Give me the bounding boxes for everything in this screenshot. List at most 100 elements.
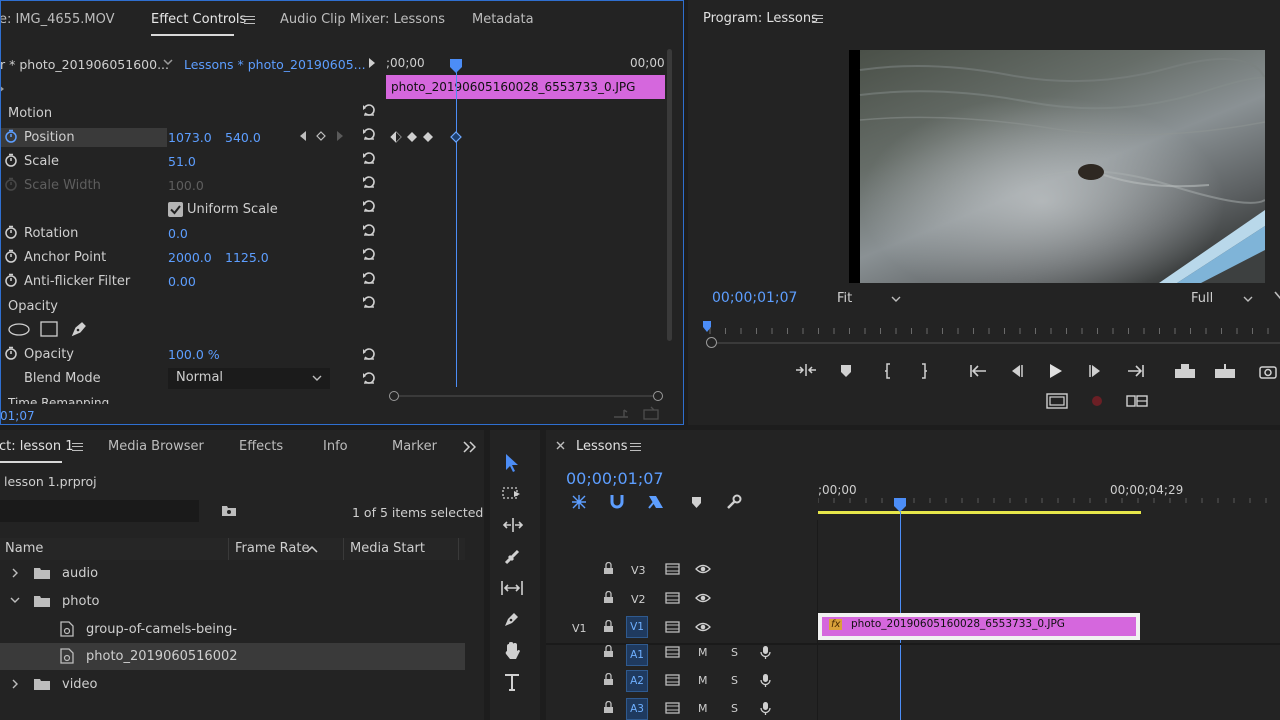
chevron-down-icon[interactable] bbox=[10, 597, 20, 605]
linked-selection-icon[interactable] bbox=[647, 494, 665, 510]
hand-tool-icon[interactable] bbox=[503, 641, 521, 661]
toggle-sync-lock-icon[interactable] bbox=[665, 592, 680, 604]
stopwatch-icon[interactable] bbox=[4, 273, 17, 287]
keyframe-diamond[interactable] bbox=[390, 131, 402, 143]
list-item[interactable]: audio bbox=[0, 560, 465, 587]
position-x-value[interactable]: 1073.0 bbox=[168, 130, 212, 145]
zoom-handle-right[interactable] bbox=[653, 391, 663, 401]
mini-ruler[interactable]: ;00;00 00;00 bbox=[386, 49, 666, 73]
scale-value[interactable]: 51.0 bbox=[168, 154, 196, 169]
stopwatch-icon[interactable] bbox=[4, 153, 17, 167]
nest-toggle-icon[interactable] bbox=[571, 494, 587, 510]
chevron-right-icon[interactable] bbox=[11, 679, 19, 689]
panel-menu-icon[interactable] bbox=[630, 443, 641, 451]
step-back-icon[interactable] bbox=[1009, 364, 1023, 378]
toggle-sync-lock-icon[interactable] bbox=[665, 702, 680, 714]
eye-icon[interactable] bbox=[695, 622, 711, 632]
solo-button[interactable]: S bbox=[731, 646, 738, 659]
pen-tool-icon[interactable] bbox=[503, 610, 521, 628]
rotation-value[interactable]: 0.0 bbox=[168, 226, 188, 241]
tab-source[interactable]: e: IMG_4655.MOV bbox=[1, 12, 114, 27]
toggle-sync-lock-icon[interactable] bbox=[665, 563, 680, 575]
prev-keyframe-icon[interactable] bbox=[299, 131, 307, 141]
monitor-ruler[interactable] bbox=[704, 322, 1280, 336]
reset-icon[interactable] bbox=[362, 347, 376, 361]
list-item-selected[interactable]: photo_2019060516002 bbox=[0, 643, 465, 670]
next-keyframe-icon[interactable] bbox=[336, 131, 344, 141]
column-media-start[interactable]: Media Start bbox=[350, 541, 425, 556]
quality-dropdown[interactable]: Full bbox=[1183, 289, 1258, 308]
timeline-clip[interactable]: fx photo_20190605160028_6553733_0.JPG bbox=[818, 613, 1140, 640]
solo-button[interactable]: S bbox=[731, 674, 738, 687]
voiceover-mic-icon[interactable] bbox=[760, 645, 771, 660]
insert-icon[interactable] bbox=[1174, 363, 1196, 379]
keyframe-diamond[interactable] bbox=[422, 131, 434, 143]
chevron-down-icon[interactable] bbox=[163, 59, 173, 67]
eye-icon[interactable] bbox=[695, 593, 711, 603]
column-divider[interactable] bbox=[343, 538, 344, 560]
reset-icon[interactable] bbox=[362, 103, 376, 117]
add-marker-icon[interactable] bbox=[840, 364, 852, 378]
reset-icon[interactable] bbox=[362, 127, 376, 141]
lock-icon[interactable] bbox=[603, 562, 614, 575]
list-item[interactable]: photo bbox=[0, 588, 465, 615]
track-v1-target[interactable]: V1 bbox=[626, 616, 648, 638]
panel-menu-icon[interactable] bbox=[72, 443, 83, 451]
anti-flicker-value[interactable]: 0.00 bbox=[168, 274, 196, 289]
vertical-scrollbar[interactable] bbox=[667, 49, 672, 341]
keyframe-diamond-selected[interactable] bbox=[450, 131, 462, 143]
razor-tool-icon[interactable] bbox=[503, 548, 521, 566]
tab-audio-clip-mixer[interactable]: Audio Clip Mixer: Lessons bbox=[280, 12, 445, 27]
ripple-edit-tool-icon[interactable] bbox=[502, 517, 524, 533]
play-button-icon[interactable] bbox=[1049, 363, 1063, 379]
anchor-y-value[interactable]: 1125.0 bbox=[225, 250, 269, 265]
safe-margins-icon[interactable] bbox=[1046, 393, 1068, 409]
go-to-in-icon[interactable] bbox=[969, 364, 987, 378]
toggle-sync-lock-icon[interactable] bbox=[665, 646, 680, 658]
tab-markers[interactable]: Markers bbox=[392, 439, 437, 454]
sequence-clip-name[interactable]: Lessons * photo_20190605... bbox=[184, 57, 366, 72]
tab-info[interactable]: Info bbox=[323, 439, 348, 454]
step-forward-icon[interactable] bbox=[1089, 364, 1103, 378]
anchor-x-value[interactable]: 2000.0 bbox=[168, 250, 212, 265]
stopwatch-icon[interactable] bbox=[4, 346, 17, 360]
keyframe-diamond[interactable] bbox=[406, 131, 418, 143]
work-area-bar[interactable] bbox=[818, 511, 1141, 514]
panel-menu-icon[interactable] bbox=[244, 16, 255, 24]
column-divider[interactable] bbox=[228, 538, 229, 560]
master-clip-name[interactable]: r * photo_201906051600... bbox=[1, 57, 169, 72]
column-divider[interactable] bbox=[458, 538, 459, 560]
play-triangle-icon[interactable] bbox=[368, 58, 376, 68]
lock-icon[interactable] bbox=[603, 645, 614, 658]
reset-icon[interactable] bbox=[362, 223, 376, 237]
opacity-value[interactable]: 100.0 % bbox=[168, 347, 220, 362]
lock-icon[interactable] bbox=[603, 701, 614, 714]
voiceover-mic-icon[interactable] bbox=[760, 701, 771, 716]
reset-icon[interactable] bbox=[362, 199, 376, 213]
va-divider[interactable] bbox=[546, 643, 1280, 645]
position-y-value[interactable]: 540.0 bbox=[225, 130, 261, 145]
tab-effect-controls[interactable]: Effect Controls bbox=[151, 12, 246, 27]
new-bin-from-search-icon[interactable] bbox=[221, 504, 237, 517]
zoom-scrollbar[interactable] bbox=[389, 391, 663, 401]
reset-icon[interactable] bbox=[362, 151, 376, 165]
track-v3-label[interactable]: V3 bbox=[631, 564, 646, 577]
tab-effects[interactable]: Effects bbox=[239, 439, 283, 454]
lock-icon[interactable] bbox=[603, 591, 614, 604]
program-monitor-title[interactable]: Program: Lessons bbox=[703, 11, 818, 26]
wrench-icon[interactable] bbox=[726, 494, 742, 510]
column-frame-rate[interactable]: Frame Rate bbox=[235, 541, 309, 556]
uniform-scale-checkbox[interactable] bbox=[168, 202, 183, 217]
tab-project[interactable]: ct: lesson 1 bbox=[0, 439, 74, 454]
list-item[interactable]: group-of-camels-being- bbox=[0, 616, 465, 643]
voiceover-mic-icon[interactable] bbox=[760, 673, 771, 688]
reset-icon[interactable] bbox=[362, 295, 376, 309]
toggle-sync-lock-icon[interactable] bbox=[665, 674, 680, 686]
stopwatch-icon[interactable] bbox=[4, 225, 17, 239]
timeline-tab-title[interactable]: Lessons bbox=[576, 439, 628, 454]
add-marker-icon[interactable] bbox=[691, 496, 702, 509]
solo-button[interactable]: S bbox=[731, 702, 738, 715]
effect-timecode[interactable]: 01;07 bbox=[1, 409, 35, 423]
mark-out-icon[interactable] bbox=[920, 363, 928, 379]
blend-mode-dropdown[interactable]: Normal bbox=[168, 368, 330, 389]
